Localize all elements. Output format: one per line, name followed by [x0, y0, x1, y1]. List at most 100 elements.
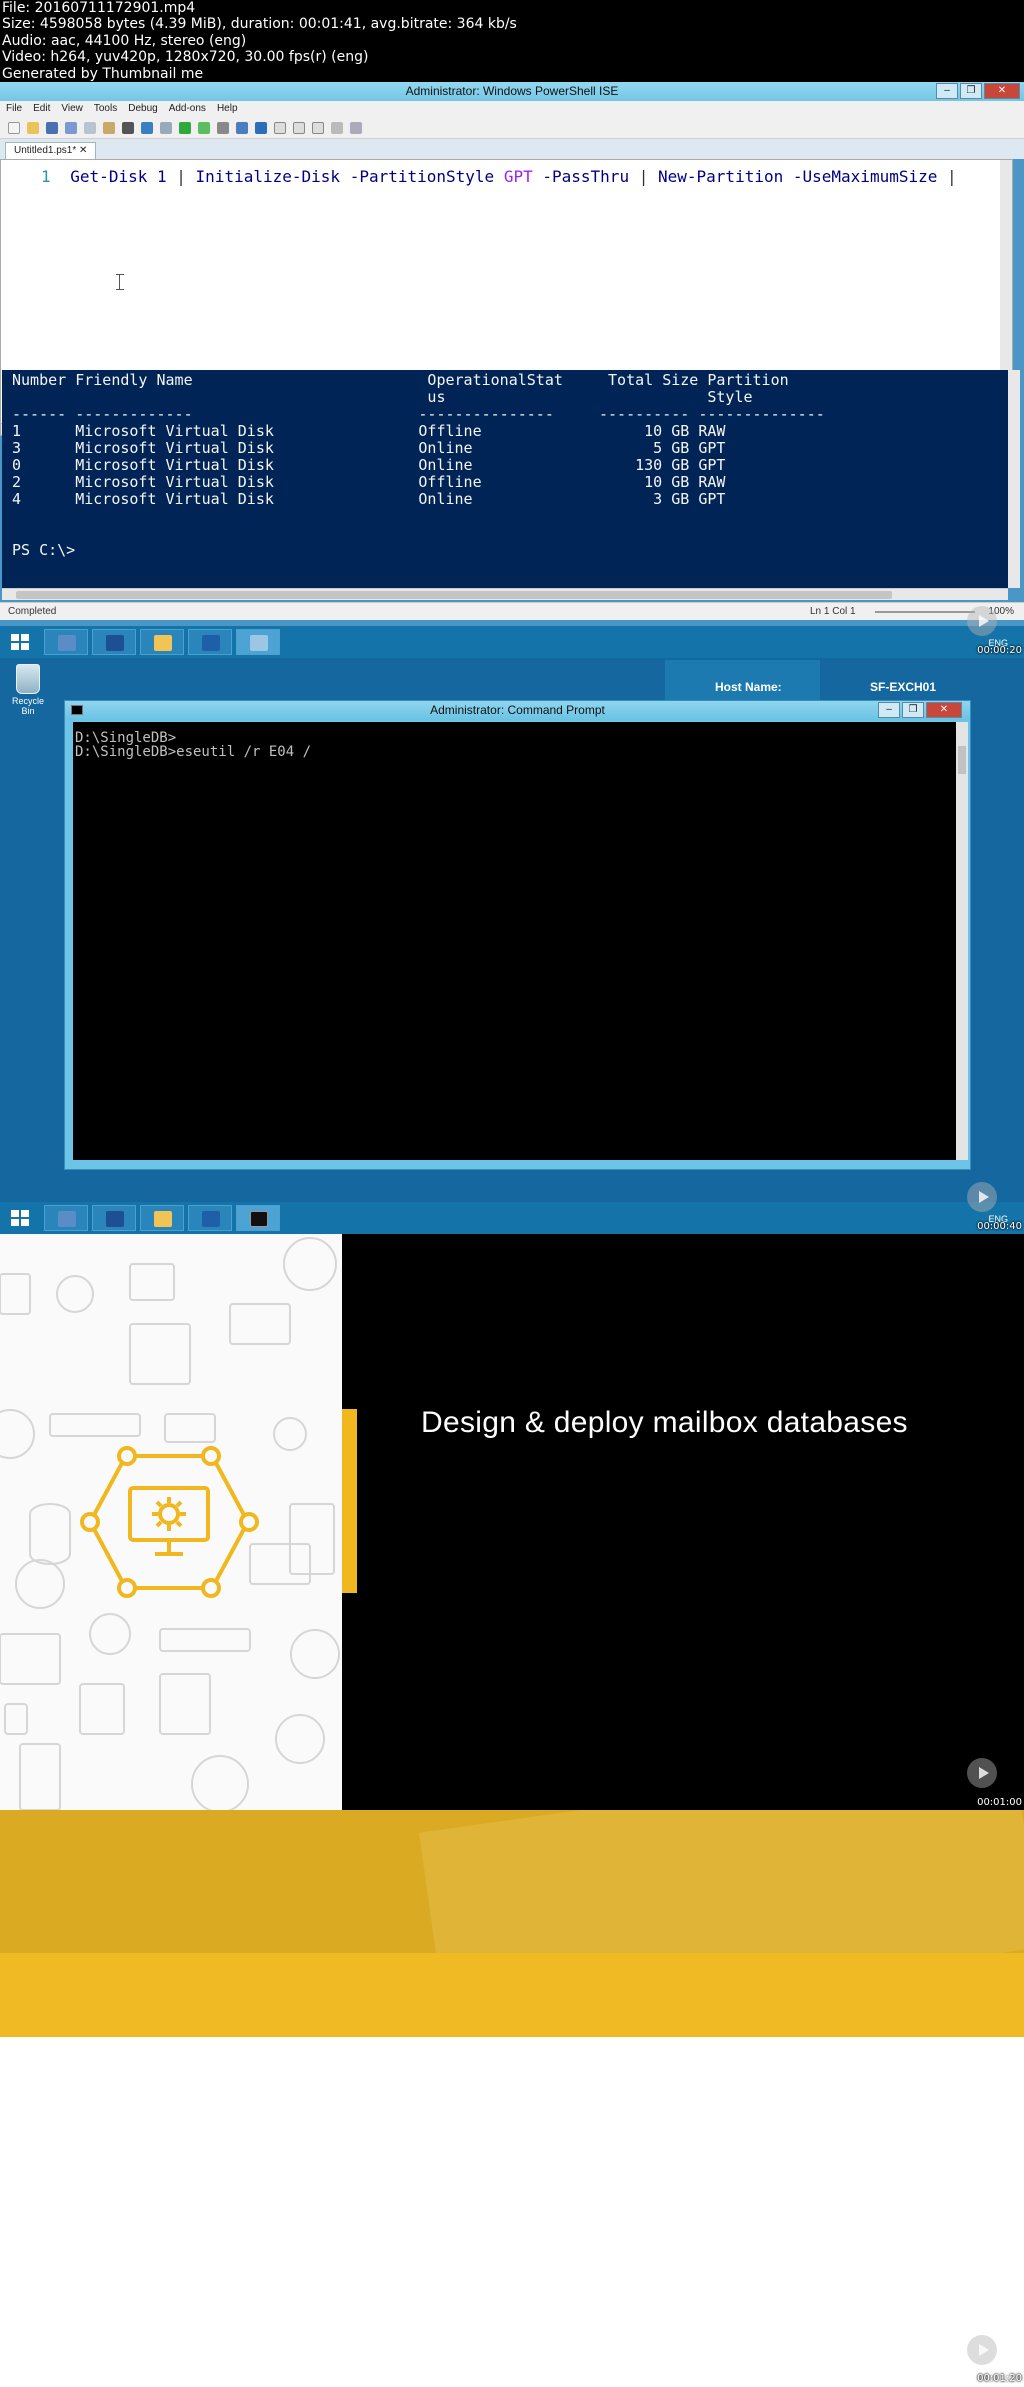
- frame-timestamp: 00:01:00: [977, 1797, 1022, 1808]
- menu-view[interactable]: View: [61, 101, 83, 117]
- open-file-icon[interactable]: [27, 121, 39, 134]
- info-audio: Audio: aac, 44100 Hz, stereo (eng): [2, 32, 247, 49]
- taskbar-server-manager[interactable]: [44, 1205, 88, 1231]
- play-overlay-icon: [967, 1182, 997, 1212]
- video-info-header: File: 20160711172901.mp4 Size: 4598058 b…: [0, 0, 1024, 82]
- text-cursor-icon: [116, 274, 124, 290]
- taskbar-powershell[interactable]: [92, 1205, 136, 1231]
- commands-icon[interactable]: [331, 121, 343, 134]
- info-size: Size: 4598058 bytes (4.39 MiB), duration…: [2, 16, 517, 33]
- code-param: -UseMaximumSize: [792, 167, 938, 186]
- pattern-icons: [0, 1237, 340, 1810]
- line-number: 1: [41, 167, 51, 186]
- taskbar-server-manager[interactable]: [44, 629, 88, 655]
- info-video: Video: h264, yuv420p, 1280x720, 30.00 fp…: [2, 49, 369, 66]
- pane-right-icon[interactable]: [293, 121, 305, 134]
- code-cmd: Initialize-Disk: [195, 167, 341, 186]
- recycle-bin-label: Recycle Bin: [11, 696, 44, 716]
- frame-yellow-slide: 00:01:20: [0, 1810, 1024, 2387]
- taskbar-ise[interactable]: [236, 629, 280, 655]
- console-vertical-scrollbar[interactable]: [1008, 370, 1020, 588]
- ise-status-bar: Completed Ln 1 Col 1 100%: [0, 602, 1024, 620]
- host-name-label: Host Name:: [715, 680, 782, 694]
- taskbar-explorer[interactable]: [140, 1205, 184, 1231]
- cmd-icon: [250, 1211, 268, 1227]
- pane-top-icon[interactable]: [274, 121, 286, 134]
- console-divider: ------ ------------- --------------- ---…: [12, 405, 825, 423]
- close-button[interactable]: ✕: [926, 702, 962, 718]
- new-file-icon[interactable]: [8, 121, 20, 134]
- ise-window-controls: – ❐ ✕: [936, 83, 1020, 99]
- console-icon[interactable]: [255, 121, 267, 134]
- folder-icon: [154, 635, 172, 651]
- taskbar: ENG: [0, 626, 1024, 658]
- code-value: GPT: [503, 167, 533, 186]
- menu-file[interactable]: File: [6, 101, 22, 117]
- cmd-line: D:\SingleDB>eseutil /r E04 /: [75, 744, 312, 760]
- recycle-bin[interactable]: Recycle Bin: [6, 664, 50, 716]
- zoom-slider[interactable]: [875, 611, 975, 613]
- remote-tab-icon[interactable]: [236, 121, 248, 134]
- cut-icon[interactable]: [65, 121, 77, 134]
- exchange-icon: [202, 635, 220, 651]
- menu-tools[interactable]: Tools: [94, 101, 117, 117]
- cursor-position: Ln 1 Col 1: [810, 606, 856, 617]
- start-button[interactable]: [2, 1205, 36, 1231]
- code-param: -PassThru: [542, 167, 630, 186]
- ise-icon: [250, 635, 268, 651]
- ise-title-bar[interactable]: Administrator: Windows PowerShell ISE – …: [0, 82, 1024, 101]
- ise-toolbar: [0, 117, 1024, 139]
- code-line: 1 Get-Disk 1 | Initialize-Disk -Partitio…: [41, 167, 957, 186]
- restore-button[interactable]: ❐: [960, 83, 982, 99]
- addons-icon[interactable]: [350, 121, 362, 134]
- close-button[interactable]: ✕: [984, 83, 1020, 99]
- cmd-vertical-scrollbar[interactable]: [956, 722, 968, 1160]
- minimize-button[interactable]: –: [878, 702, 900, 718]
- folder-icon: [154, 1211, 172, 1227]
- powershell-icon: [106, 1211, 124, 1227]
- run-icon[interactable]: [179, 121, 191, 134]
- menu-debug[interactable]: Debug: [128, 101, 157, 117]
- frame-command-prompt: Recycle Bin Host Name: SF-EXCH01 Adminis…: [0, 658, 1024, 1234]
- menu-addons[interactable]: Add-ons: [169, 101, 206, 117]
- table-row: 0 Microsoft Virtual Disk Online 130 GB G…: [12, 456, 726, 474]
- tab-untitled1[interactable]: Untitled1.ps1* ✕: [5, 142, 97, 159]
- restore-button[interactable]: ❐: [902, 702, 924, 718]
- minimize-button[interactable]: –: [936, 83, 958, 99]
- taskbar-cmd[interactable]: [236, 1205, 280, 1231]
- cmd-title-text: Administrator: Command Prompt: [430, 703, 605, 717]
- taskbar-explorer[interactable]: [140, 629, 184, 655]
- code-cmd: Get-Disk: [70, 167, 148, 186]
- clear-icon[interactable]: [122, 121, 134, 134]
- copy-icon[interactable]: [84, 121, 96, 134]
- undo-icon[interactable]: [141, 121, 153, 134]
- save-icon[interactable]: [46, 121, 58, 134]
- table-row: 2 Microsoft Virtual Disk Offline 10 GB R…: [12, 473, 726, 491]
- cmd-icon: [71, 705, 83, 715]
- play-overlay-icon: [967, 1758, 997, 1788]
- taskbar-exchange[interactable]: [188, 629, 232, 655]
- ise-title-text: Administrator: Windows PowerShell ISE: [405, 84, 619, 98]
- cmd-console[interactable]: D:\SingleDB> D:\SingleDB>eseutil /r E04 /: [73, 722, 956, 1160]
- ise-console-pane[interactable]: Number Friendly Name OperationalStat Tot…: [2, 370, 1008, 588]
- powershell-icon: [106, 635, 124, 651]
- pane-max-icon[interactable]: [312, 121, 324, 134]
- table-row: 3 Microsoft Virtual Disk Online 5 GB GPT: [12, 439, 726, 457]
- redo-icon[interactable]: [160, 121, 172, 134]
- server-manager-icon: [58, 635, 76, 651]
- exchange-icon: [202, 1211, 220, 1227]
- cmd-title-bar[interactable]: Administrator: Command Prompt – ❐ ✕: [65, 701, 970, 720]
- menu-help[interactable]: Help: [217, 101, 238, 117]
- run-selection-icon[interactable]: [198, 121, 210, 134]
- command-prompt-window: Administrator: Command Prompt – ❐ ✕ D:\S…: [64, 700, 971, 1170]
- frame-timestamp: 00:01:20: [977, 2373, 1022, 2384]
- console-horizontal-scrollbar[interactable]: [2, 588, 1008, 600]
- console-header: Number Friendly Name OperationalStat Tot…: [12, 371, 789, 389]
- menu-edit[interactable]: Edit: [33, 101, 50, 117]
- taskbar-powershell[interactable]: [92, 629, 136, 655]
- paste-icon[interactable]: [103, 121, 115, 134]
- start-button[interactable]: [2, 629, 36, 655]
- stop-icon[interactable]: [217, 121, 229, 134]
- windows-logo-icon: [11, 634, 29, 650]
- taskbar-exchange[interactable]: [188, 1205, 232, 1231]
